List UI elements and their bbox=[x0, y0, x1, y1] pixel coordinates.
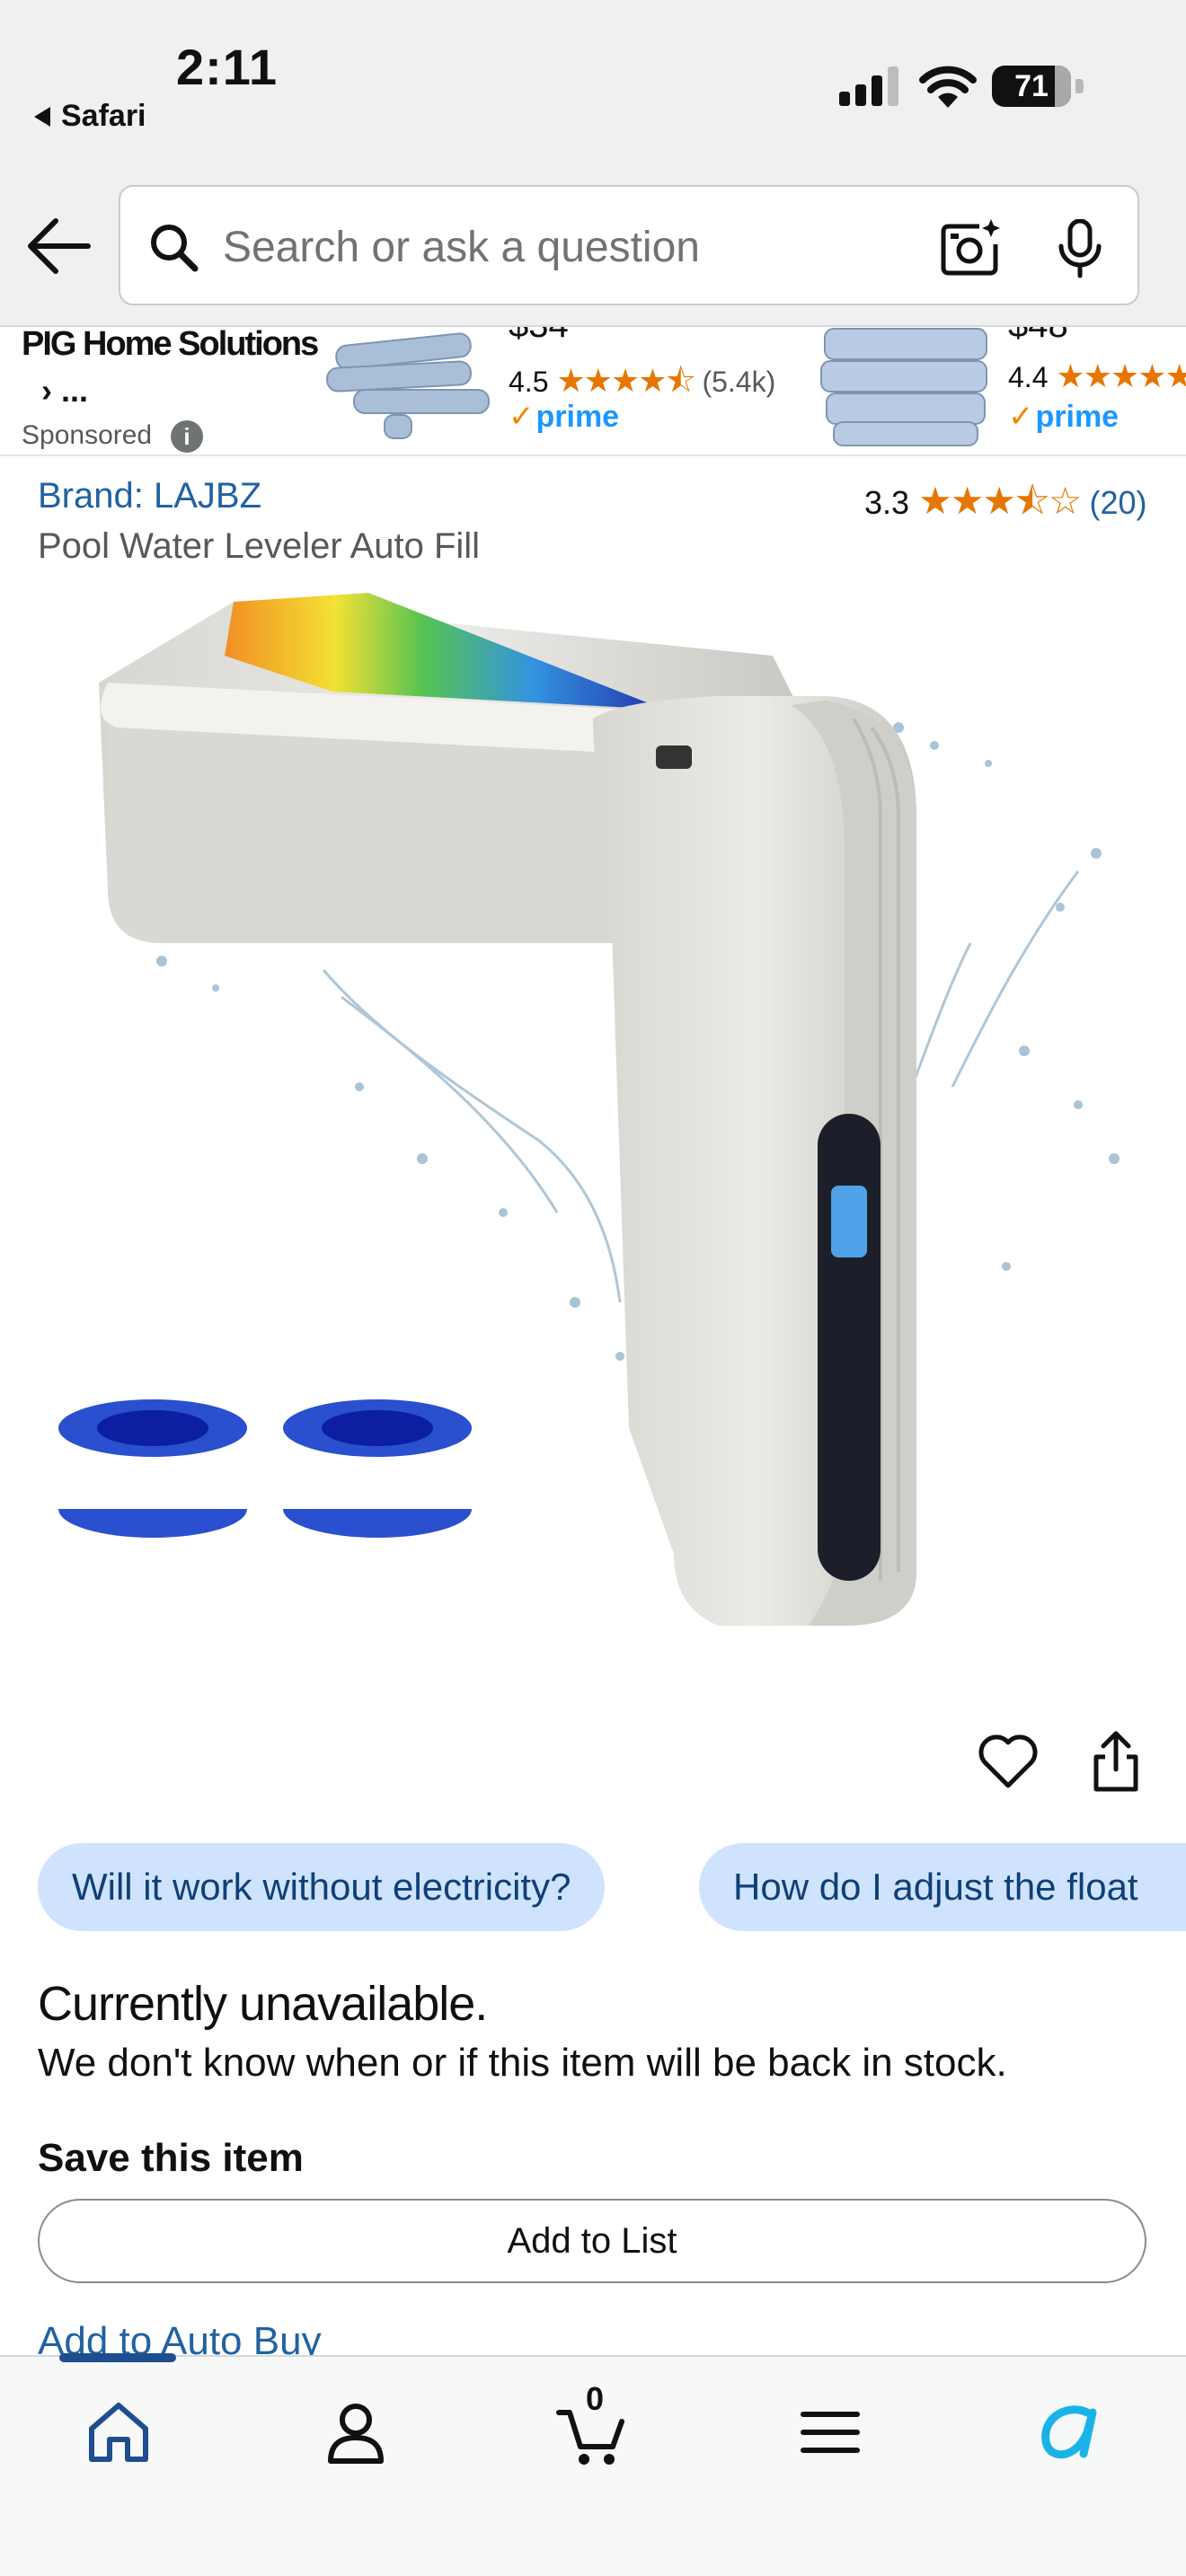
back-to-safari-link[interactable]: Safari bbox=[34, 99, 146, 134]
share-icon[interactable] bbox=[1089, 1728, 1143, 1795]
rating-value: 3.3 bbox=[864, 484, 910, 521]
back-app-label: Safari bbox=[61, 99, 146, 133]
status-bar: 2:11 Safari 71 bbox=[0, 0, 1186, 167]
question-chip[interactable]: Will it work without electricity? bbox=[38, 1843, 606, 1931]
rufus-icon[interactable] bbox=[1033, 2396, 1105, 2468]
prime-label: prime bbox=[535, 400, 620, 434]
question-chip[interactable]: How do I adjust the float bbox=[699, 1843, 1186, 1931]
search-bar[interactable]: Search or ask a question bbox=[119, 185, 1139, 305]
brand-link[interactable]: Brand: LAJBZ bbox=[38, 476, 261, 516]
search-icon bbox=[151, 225, 199, 272]
rating-stars: ★★★★★ bbox=[1056, 357, 1186, 394]
back-triangle-icon bbox=[34, 107, 50, 127]
rating-stars: ★★★⯪☆ bbox=[918, 480, 1082, 522]
heart-icon[interactable] bbox=[978, 1734, 1039, 1791]
sponsored-label: Sponsored bbox=[22, 420, 153, 450]
rating-count: (20) bbox=[1089, 484, 1147, 521]
add-to-list-button[interactable]: Add to List bbox=[38, 2199, 1146, 2283]
sponsored-price: $34 bbox=[509, 327, 569, 346]
cellular-signal-icon bbox=[839, 66, 902, 106]
status-time: 2:11 bbox=[176, 39, 278, 95]
sponsored-product-image[interactable] bbox=[318, 327, 498, 447]
info-icon[interactable]: i bbox=[171, 420, 203, 453]
sponsored-product-image[interactable] bbox=[816, 327, 996, 447]
sponsored-rating: 4.4 ★★★★★ bbox=[1008, 357, 1186, 395]
wifi-icon bbox=[919, 66, 977, 108]
mic-icon[interactable] bbox=[1055, 219, 1105, 278]
sponsored-brand-more-link[interactable]: › ... bbox=[41, 372, 88, 410]
availability-headline: Currently unavailable. bbox=[38, 1977, 488, 2031]
product-rating[interactable]: 3.3 ★★★⯪☆ (20) bbox=[864, 474, 1147, 538]
active-tab-indicator bbox=[59, 2353, 176, 2362]
prime-badge: ✓prime bbox=[509, 400, 620, 434]
product-title: Pool Water Leveler Auto Fill bbox=[38, 526, 481, 566]
availability-message: We don't know when or if this item will … bbox=[38, 2041, 1007, 2085]
battery-icon: 71 bbox=[992, 66, 1084, 107]
cart-count-badge: 0 bbox=[586, 2380, 605, 2417]
sponsored-brand-logo[interactable]: PIG Home Solutions bbox=[22, 327, 319, 364]
prime-badge: ✓prime bbox=[1008, 400, 1120, 434]
home-icon[interactable] bbox=[83, 2396, 155, 2468]
sponsored-price: $48 bbox=[1008, 327, 1068, 346]
battery-level: 71 bbox=[1014, 69, 1049, 103]
account-icon[interactable] bbox=[320, 2396, 392, 2468]
save-item-title: Save this item bbox=[38, 2136, 304, 2180]
rating-value: 4.5 bbox=[509, 366, 549, 398]
rating-stars: ★★★★⯪ bbox=[556, 362, 695, 399]
search-header: Search or ask a question bbox=[0, 167, 1186, 327]
prime-label: prime bbox=[1035, 400, 1120, 434]
menu-icon[interactable] bbox=[794, 2396, 866, 2468]
back-arrow-icon[interactable] bbox=[25, 212, 93, 280]
search-input[interactable]: Search or ask a question bbox=[223, 223, 700, 272]
rating-count: (5.4k) bbox=[702, 366, 776, 398]
sponsored-carousel: PIG Home Solutions › ... Sponsored i $34… bbox=[0, 327, 1186, 456]
product-image[interactable] bbox=[36, 584, 1150, 1653]
camera-icon[interactable] bbox=[940, 217, 1003, 277]
rating-value: 4.4 bbox=[1008, 361, 1049, 393]
